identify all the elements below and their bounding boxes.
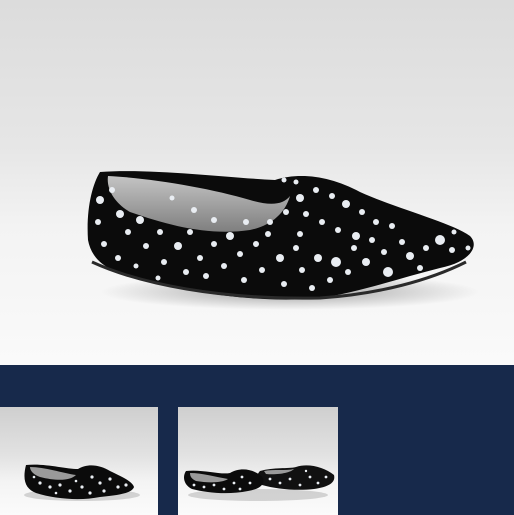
polka-dot bbox=[95, 219, 101, 225]
polka-dot bbox=[157, 229, 163, 235]
polka-dot bbox=[465, 245, 471, 251]
polka-dot bbox=[313, 187, 319, 193]
polka-dot bbox=[381, 249, 387, 255]
polka-dot bbox=[359, 209, 365, 215]
polka-dot bbox=[283, 209, 289, 215]
polka-dot bbox=[451, 229, 457, 235]
polka-dot bbox=[373, 219, 379, 225]
shoe-thumbnail-pair-view bbox=[184, 465, 335, 501]
polka-dot bbox=[296, 194, 304, 202]
polka-dot bbox=[191, 207, 197, 213]
polka-dot bbox=[226, 232, 234, 240]
shoe-thumbnail-side-view bbox=[24, 464, 140, 501]
polka-dot bbox=[314, 254, 322, 262]
polka-dot bbox=[351, 245, 357, 251]
polka-dot bbox=[125, 229, 131, 235]
polka-dot bbox=[406, 252, 414, 260]
polka-dot bbox=[174, 242, 182, 250]
polka-dot bbox=[362, 258, 370, 266]
polka-dot bbox=[183, 269, 189, 275]
polka-dot bbox=[187, 229, 193, 235]
polka-dot bbox=[101, 241, 107, 247]
polka-dot bbox=[259, 267, 265, 273]
polka-dot bbox=[265, 231, 271, 237]
polka-dot bbox=[399, 239, 405, 245]
polka-dot bbox=[281, 177, 287, 183]
polka-dot bbox=[197, 255, 203, 261]
thumbnail-strip bbox=[0, 365, 514, 515]
polka-dot bbox=[115, 255, 121, 261]
polka-dot bbox=[293, 179, 299, 185]
polka-dot bbox=[211, 241, 217, 247]
polka-dot bbox=[303, 211, 309, 217]
polka-dot bbox=[449, 247, 455, 253]
polka-dot bbox=[253, 241, 259, 247]
polka-dot bbox=[342, 200, 350, 208]
polka-dot bbox=[109, 187, 115, 193]
polka-dot bbox=[383, 267, 393, 277]
polka-dot bbox=[369, 237, 375, 243]
polka-dot bbox=[96, 196, 104, 204]
product-main-image bbox=[0, 0, 514, 365]
polka-dot bbox=[327, 277, 333, 283]
thumbnail-1[interactable] bbox=[0, 407, 158, 515]
polka-dot bbox=[203, 273, 209, 279]
polka-dot bbox=[293, 245, 299, 251]
polka-dot bbox=[237, 251, 243, 257]
polka-dot bbox=[116, 210, 124, 218]
polka-dot bbox=[133, 263, 139, 269]
polka-dot bbox=[352, 232, 360, 240]
polka-dot bbox=[155, 275, 161, 281]
polka-dot bbox=[389, 223, 395, 229]
polka-dot bbox=[417, 265, 423, 271]
thumbnail-2[interactable] bbox=[178, 407, 338, 515]
polka-dot bbox=[435, 235, 445, 245]
polka-dot bbox=[299, 267, 305, 273]
polka-dot bbox=[331, 257, 341, 267]
polka-dot bbox=[423, 245, 429, 251]
polka-dot bbox=[267, 219, 273, 225]
polka-dot bbox=[161, 259, 167, 265]
shoe-image bbox=[87, 171, 480, 310]
polka-dot bbox=[243, 219, 249, 225]
polka-dot bbox=[211, 217, 217, 223]
polka-dot bbox=[143, 243, 149, 249]
polka-dot bbox=[136, 216, 144, 224]
polka-dot bbox=[241, 277, 247, 283]
polka-dot bbox=[281, 281, 287, 287]
polka-dot bbox=[297, 231, 303, 237]
polka-dot bbox=[345, 269, 351, 275]
polka-dot bbox=[169, 195, 175, 201]
polka-dot bbox=[309, 285, 315, 291]
polka-dot bbox=[276, 254, 284, 262]
polka-dot bbox=[221, 263, 227, 269]
polka-dot bbox=[335, 227, 341, 233]
polka-dot bbox=[329, 193, 335, 199]
polka-dot bbox=[319, 219, 325, 225]
